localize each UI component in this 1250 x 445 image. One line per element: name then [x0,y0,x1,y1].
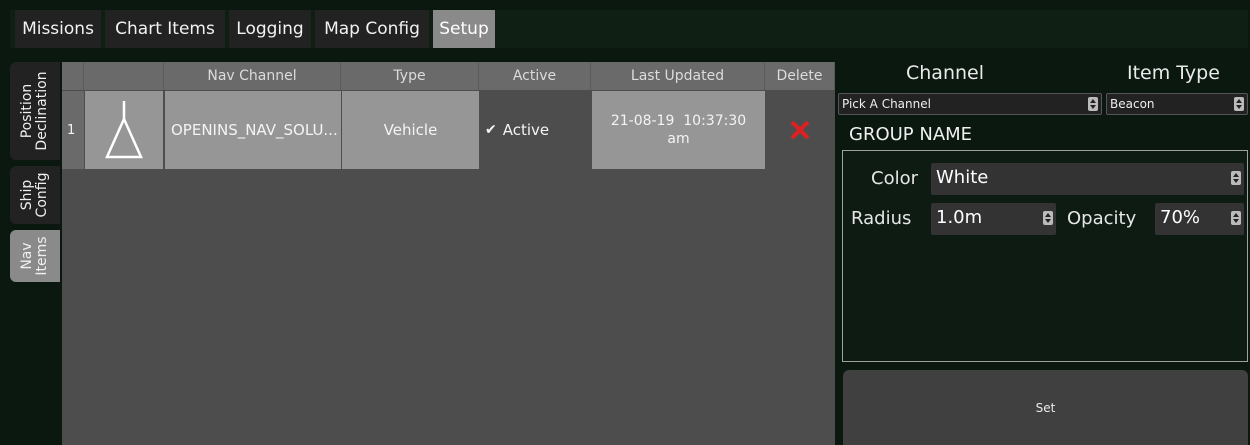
header-delete[interactable]: Delete [765,62,835,90]
opacity-stepper[interactable]: 70% [1155,203,1244,235]
side-tab-label: Position Declination [19,71,50,151]
set-button-label: Set [1035,400,1056,415]
tab-missions[interactable]: Missions [15,10,101,48]
color-select-value: White [936,167,989,188]
set-button[interactable]: Set [843,370,1248,445]
row-index: 1 [62,91,84,169]
tab-chart-items[interactable]: Chart Items [105,10,225,48]
row-nav-channel: OPENINS_NAV_SOLU... [165,91,341,169]
tab-setup[interactable]: Setup [433,10,495,48]
item-type-select-value: Beacon [1110,97,1155,111]
header-corner [62,62,84,90]
group-name-label: GROUP NAME [849,124,973,145]
active-checkbox[interactable]: ✔ [485,122,497,138]
spinner-arrows-icon [1234,97,1244,111]
spinner-arrows-icon [1043,211,1053,225]
row-last-updated: 21-08-19 10:37:30 am [592,91,765,169]
radius-value: 1.0m [936,207,983,228]
side-tab-ship-config[interactable]: Ship Config [10,166,60,224]
triangle-beacon-icon [105,101,143,159]
spinner-arrows-icon [1231,211,1241,225]
spinner-arrows-icon [1088,97,1098,111]
tab-map-config[interactable]: Map Config [315,10,429,48]
channel-select[interactable]: Pick A Channel [838,93,1102,115]
item-type-header: Item Type [1127,62,1220,84]
channel-header: Channel [906,62,985,84]
header-active[interactable]: Active [479,62,591,90]
color-select[interactable]: White [931,163,1244,195]
side-tab-position-declination[interactable]: Position Declination [10,62,60,160]
header-last-updated[interactable]: Last Updated [591,62,765,90]
spinner-arrows-icon [1231,171,1241,185]
row-icon-cell [85,91,163,169]
opacity-label: Opacity [1067,208,1137,229]
item-type-select[interactable]: Beacon [1106,93,1248,115]
side-tab-nav-items[interactable]: Nav Items [10,230,60,282]
delete-x-icon[interactable] [789,119,811,141]
row-type: Vehicle [342,91,479,169]
color-label: Color [871,168,918,189]
radius-label: Radius [851,208,912,229]
header-icon [84,62,164,90]
row-delete-cell [765,91,835,169]
side-tab-label: Nav Items [19,236,50,276]
channel-select-value: Pick A Channel [842,97,931,111]
tab-logging[interactable]: Logging [229,10,311,48]
side-tab-label: Ship Config [19,172,50,218]
active-label: Active [502,121,550,139]
header-type[interactable]: Type [341,62,479,90]
header-nav-channel[interactable]: Nav Channel [164,62,341,90]
radius-stepper[interactable]: 1.0m [931,203,1056,235]
opacity-value: 70% [1160,207,1201,228]
row-active-cell: ✔ Active [479,91,591,169]
